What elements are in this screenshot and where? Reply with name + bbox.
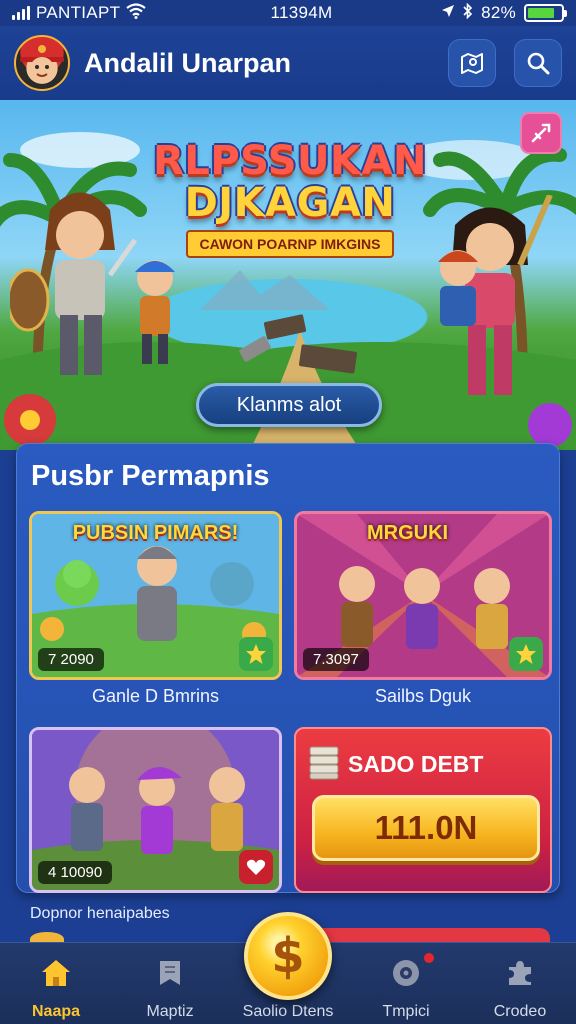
star-icon	[246, 644, 266, 664]
hero-title-line-1: RLPSSUKAN	[153, 138, 427, 184]
footer-note: Dopnor henaipabes	[30, 905, 170, 922]
offer-card: SADO DEBT 111.0N	[294, 727, 552, 893]
promo-card-3-value: 4 10090	[38, 861, 113, 884]
status-time: 11394M	[270, 3, 333, 22]
dollar-icon: $	[271, 928, 305, 984]
settings-icon	[388, 955, 424, 991]
star-icon	[516, 644, 536, 664]
promo-card-1[interactable]: PUBSIN PIMARS! 7 2090	[29, 511, 282, 680]
battery-percent: 82%	[481, 3, 516, 22]
hero-character-boy	[135, 260, 175, 364]
search-button[interactable]	[514, 39, 562, 87]
offer-title: SADO DEBT	[348, 751, 484, 777]
nav-settings-label: Tmpici	[382, 1003, 430, 1020]
app-header: Andalil Unarpan	[0, 26, 576, 100]
home-icon	[38, 955, 74, 991]
nav-home-label: Naapa	[31, 1003, 81, 1020]
promo-card-3-badge[interactable]	[239, 850, 273, 884]
heart-icon	[246, 859, 266, 875]
battery-level	[528, 8, 555, 18]
wifi-icon	[126, 2, 146, 24]
hero-title-block: RLPSSUKAN DJKAGAN CAWON POARNP IMKGINS	[150, 140, 430, 258]
location-icon	[441, 3, 455, 23]
map-button[interactable]	[448, 39, 496, 87]
signal-icon	[12, 6, 30, 20]
promo-card-2-banner: MRGUKI	[367, 522, 449, 544]
promo-card-1-value: 7 2090	[38, 648, 104, 671]
notification-dot	[424, 953, 434, 963]
nav-settings[interactable]: Tmpici	[356, 943, 456, 1024]
promo-card-1-banner: PUBSIN PIMARS!	[72, 522, 239, 544]
promo-card-3[interactable]: 4 10090	[29, 727, 282, 893]
hero-title-line-2: DJKAGAN	[184, 180, 396, 226]
sword-icon	[531, 123, 551, 143]
puzzle-icon	[502, 955, 538, 991]
promo-card-2-value: 7.3097	[303, 648, 369, 671]
avatar[interactable]	[14, 35, 70, 91]
nav-puzzle[interactable]: Crodeo	[470, 943, 570, 1024]
hero-corner-button[interactable]	[520, 112, 562, 154]
carrier-name: PANTIAPT	[36, 3, 121, 22]
cash-stack-icon	[309, 746, 339, 780]
hero-character-redhead	[438, 250, 478, 326]
nav-puzzle-label: Crodeo	[493, 1003, 547, 1020]
map-icon	[152, 955, 188, 991]
hero-banner[interactable]: RLPSSUKAN DJKAGAN CAWON POARNP IMKGINS K…	[0, 100, 576, 450]
map-icon	[461, 53, 483, 74]
battery-icon	[524, 4, 567, 22]
status-bar: PANTIAPT 11394M 82%	[0, 0, 576, 26]
promo-card-1-badge[interactable]	[239, 637, 273, 671]
coin-fab-button[interactable]: $	[244, 912, 332, 1000]
bluetooth-icon	[463, 2, 473, 24]
promo-panel: Pusbr Permapnis PUBSIN PIMARS! 7 2090 Ga…	[16, 443, 560, 893]
offer-claim-button[interactable]: 111.0N	[312, 795, 540, 861]
promo-card-2[interactable]: MRGUKI 7.3097	[294, 511, 552, 680]
hero-cta-button[interactable]: Klanms alot	[196, 383, 382, 427]
search-icon	[527, 52, 550, 75]
promo-panel-title: Pusbr Permapnis	[31, 460, 270, 492]
nav-map[interactable]: Maptiz	[120, 943, 220, 1024]
nav-home[interactable]: Naapa	[6, 943, 106, 1024]
promo-card-1-caption: Ganle D Bmrins	[91, 686, 220, 706]
app-title: Andalil Unarpan	[84, 47, 292, 78]
promo-card-2-caption: Sailbs Dguk	[374, 686, 472, 706]
nav-coins-label: Saolio Dtens	[242, 1003, 334, 1020]
nav-map-label: Maptiz	[146, 1003, 194, 1020]
promo-card-2-badge[interactable]	[509, 637, 543, 671]
hero-subtitle: CAWON POARNP IMKGINS	[185, 230, 395, 258]
hero-title: RLPSSUKAN DJKAGAN	[150, 140, 430, 224]
